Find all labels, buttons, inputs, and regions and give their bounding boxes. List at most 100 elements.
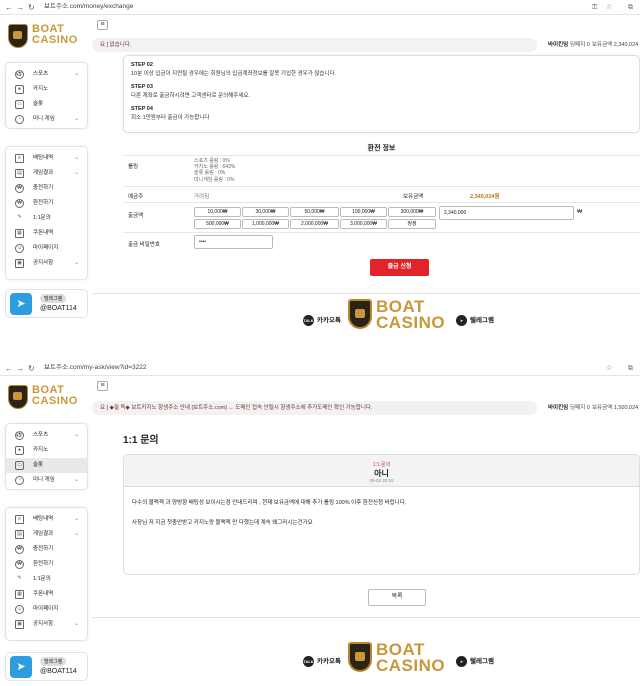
amount-reset-button[interactable]: 정정 (388, 219, 436, 229)
menu-label: 슬롯 (33, 462, 44, 468)
amount-3000000-button[interactable]: 3,000,000₩ (340, 219, 387, 229)
withdraw-submit-button[interactable]: 출금 신청 (370, 259, 429, 276)
user-icon: ☺ (15, 605, 24, 614)
menu-slot[interactable]: ▭ 슬롯 (6, 97, 87, 112)
star-icon[interactable]: ☆ (606, 2, 612, 13)
menu-sports[interactable]: ⚽ 스포츠 ⌄ (6, 428, 87, 443)
menu-notice[interactable]: ▣ 공지사항 ⌄ (6, 617, 87, 632)
telegram-icon: ➤ (10, 293, 32, 315)
address-bar[interactable]: 보트주소.com/my-ask/view?id=3222 (44, 362, 147, 374)
step-03: STEP 03 다른 계좌로 출금하시려면 고객센터로 문의해주세요. (131, 83, 250, 101)
chevron-down-icon: ⌄ (73, 116, 79, 122)
amount-100000-button[interactable]: 100,000₩ (340, 207, 387, 217)
menu-label: 스포츠 (33, 71, 49, 77)
user-icon: ☺ (15, 244, 24, 253)
menu-game-result[interactable]: ▤ 게임결과 ⌄ (6, 527, 87, 542)
extension-icon[interactable]: ⧉ (628, 363, 633, 374)
footer-logo: BOAT CASINO (348, 297, 448, 339)
menu-mypage[interactable]: ☺ 마이페이지 (6, 602, 87, 617)
menu-bet-history[interactable]: ≡ 배팅내역 ⌄ (6, 151, 87, 166)
username[interactable]: 바이킨임 (548, 38, 568, 52)
amount-300000-button[interactable]: 300,000₩ (388, 207, 436, 217)
telegram-link[interactable]: ➤ 텔레그램 (456, 315, 494, 326)
list-icon: ≡ (15, 154, 24, 163)
amount-2000000-button[interactable]: 2,000,000₩ (290, 219, 339, 229)
menu-sports[interactable]: ⚽ 스포츠 ⌄ (6, 67, 87, 82)
inquiry-card: 1:1 문의 아니 09-03 20:16 다수의 블랙잭 과 양방향 배팅성 … (123, 454, 640, 575)
hamburger-icon[interactable]: ≡ (97, 381, 108, 391)
back-icon[interactable]: ← (5, 2, 13, 13)
menu-withdraw[interactable]: ₩ 환전하기 (6, 557, 87, 572)
menu-game-result[interactable]: ▤ 게임결과 ⌄ (6, 166, 87, 181)
telegram-link[interactable]: ➤ 텔레그램 (456, 656, 494, 667)
menu-label: 게임결과 (33, 170, 54, 176)
list-button[interactable]: 목록 (368, 589, 426, 606)
forward-icon[interactable]: → (16, 2, 24, 13)
address-bar[interactable]: 보트주소.com/money/exchange (44, 1, 133, 13)
star-icon[interactable]: ☆ (606, 363, 612, 374)
menu-casino[interactable]: ♠ 카지노 (6, 443, 87, 458)
hamburger-icon[interactable]: ≡ (97, 20, 108, 30)
menu-deposit[interactable]: ₩ 충전하기 (6, 542, 87, 557)
telegram-card[interactable]: ➤ 텔레그램 @BOAT114 (5, 289, 88, 318)
step-text: 10분 이상 입금이 지연될 경우에는 회원님의 입금계좌정보를 잘못 기입한 … (131, 71, 337, 77)
pencil-icon: ✎ (17, 575, 22, 581)
pencil-icon: ✎ (17, 214, 22, 220)
extension-icon[interactable]: ⧉ (628, 2, 633, 13)
key-icon[interactable]: ⚿ (592, 2, 597, 13)
slot-icon: ▭ (15, 461, 24, 470)
reload-icon[interactable]: ↻ (28, 2, 35, 13)
username[interactable]: 바이킨임 (548, 401, 568, 415)
withdraw-password-input[interactable]: •••• (194, 235, 273, 249)
reload-icon[interactable]: ↻ (28, 363, 35, 374)
menu-withdraw[interactable]: ₩ 환전하기 (6, 196, 87, 211)
boat-casino-logo[interactable]: BOAT CASINO (8, 23, 86, 53)
menu-notice[interactable]: ▣ 공지사항 ⌄ (6, 256, 87, 271)
menu-inquiry[interactable]: ✎ 1:1문의 (6, 572, 87, 587)
boat-casino-logo[interactable]: BOAT CASINO (8, 384, 86, 414)
menu-casino[interactable]: ♠ 카지노 (6, 82, 87, 97)
kakao-link[interactable]: TALK 카카오톡 (303, 656, 341, 667)
menu-label: 1:1문의 (33, 576, 51, 582)
telegram-card[interactable]: ➤ 텔레그램 @BOAT114 (5, 652, 88, 681)
menu-minigame[interactable]: ◔ 미니 게임 ⌄ (6, 473, 87, 488)
game-menu: ⚽ 스포츠 ⌄ ♠ 카지노 ▭ 슬롯 ◔ 미니 게임 ⌄ (5, 62, 88, 129)
menu-label: 쿠폰내역 (33, 591, 54, 597)
menu-deposit[interactable]: ₩ 충전하기 (6, 181, 87, 196)
soccer-icon: ⚽ (15, 70, 24, 79)
menu-label: 마이페이지 (33, 245, 59, 251)
back-icon[interactable]: ← (5, 363, 13, 374)
notice-ticker: 요 ] ◆필 독◆ 보트카지노 항생주소 안내 [보트주소.com] ← 도메인… (92, 401, 537, 415)
amount-500000-button[interactable]: 500,000₩ (194, 219, 241, 229)
rolling-row: 롤링 스포츠 롤링 : 0% 카지노 롤링 : 643% 슬롯 롤링 : 0% … (123, 155, 640, 186)
menu-coupon[interactable]: ▦ 쿠폰내역 (6, 226, 87, 241)
menu-coupon[interactable]: ▦ 쿠폰내역 (6, 587, 87, 602)
chevron-down-icon: ⌄ (73, 432, 79, 438)
withdraw-amount-input[interactable]: 2,340,000 (439, 206, 574, 220)
ship-shield-icon (8, 24, 28, 48)
menu-bet-history[interactable]: ≡ 배팅내역 ⌄ (6, 512, 87, 527)
balance: 보유금액 1,500,024 (592, 405, 639, 411)
points: 딩페지 0 (570, 405, 590, 411)
kakao-link[interactable]: TALK 카카오톡 (303, 315, 341, 326)
forward-icon[interactable]: → (16, 363, 24, 374)
amount-50000-button[interactable]: 50,000₩ (290, 207, 339, 217)
menu-label: 환전하기 (33, 561, 54, 567)
won-icon: ₩ (15, 184, 24, 193)
step-text: 회소 1만원부터 출금이 가능합니다 (131, 115, 210, 121)
menu-inquiry[interactable]: ✎ 1:1문의 (6, 211, 87, 226)
chevron-down-icon: ⌄ (73, 477, 79, 483)
menu-mypage[interactable]: ☺ 마이페이지 (6, 241, 87, 256)
amount-1000000-button[interactable]: 1,000,000₩ (242, 219, 289, 229)
menu-slot[interactable]: ▭ 슬롯 (6, 458, 87, 473)
telegram-id: @BOAT114 (40, 668, 77, 675)
question-text: 사장님 저 지금 첫충안받고 카지노랑 블랙잭 만 다했는데 계속 왜그러시는건… (132, 520, 313, 526)
won-icon: ₩ (15, 560, 24, 569)
telegram-icon: ➤ (456, 315, 467, 326)
result-icon: ▤ (15, 169, 24, 178)
amount-30000-button[interactable]: 30,000₩ (242, 207, 289, 217)
telegram-label: 텔레그램 (470, 658, 494, 666)
telegram-id: @BOAT114 (40, 305, 77, 312)
menu-minigame[interactable]: ◔ 미니 게임 ⌄ (6, 112, 87, 127)
amount-10000-button[interactable]: 10,000₩ (194, 207, 241, 217)
